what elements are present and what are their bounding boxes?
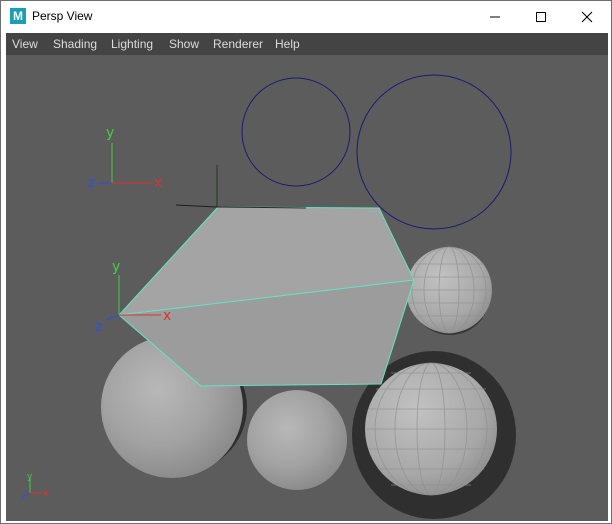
- maximize-button[interactable]: [518, 1, 564, 32]
- close-button[interactable]: [564, 1, 610, 32]
- axis-x-label: x: [154, 175, 162, 191]
- maya-persp-window: M Persp View View Shading Lighting Show …: [0, 0, 612, 524]
- menu-show[interactable]: Show: [169, 37, 199, 51]
- menu-lighting[interactable]: Lighting: [111, 37, 153, 51]
- menu-help[interactable]: Help: [275, 37, 300, 51]
- close-icon: [581, 11, 593, 22]
- smooth-sphere-small[interactable]: [247, 390, 347, 490]
- axis-z-label: z: [95, 319, 102, 335]
- minimize-icon: [490, 16, 500, 17]
- menu-view[interactable]: View: [12, 37, 38, 51]
- maya-app-icon: M: [10, 8, 26, 24]
- minimize-button[interactable]: [472, 1, 518, 32]
- window-title: Persp View: [32, 9, 93, 23]
- axis-y-label: y: [112, 259, 120, 275]
- menu-bar: View Shading Lighting Show Renderer Help: [6, 33, 608, 55]
- perspective-viewport[interactable]: y x z y x z y x z: [6, 55, 608, 521]
- nurbs-circle-small[interactable]: [241, 77, 351, 187]
- title-bar[interactable]: M Persp View: [1, 1, 611, 32]
- axis-y-label: y: [27, 472, 33, 482]
- viewport-scene[interactable]: y x z y x z y x z: [6, 55, 608, 521]
- menu-renderer[interactable]: Renderer: [213, 37, 263, 51]
- axis-y-label: y: [106, 125, 114, 141]
- axis-z-label: z: [88, 175, 95, 191]
- maximize-icon: [536, 11, 546, 22]
- faceted-sphere-small[interactable]: [406, 246, 492, 334]
- axis-x-label: x: [43, 489, 49, 499]
- pivot-manipulator[interactable]: [175, 165, 307, 209]
- faceted-sphere-large[interactable]: [365, 362, 497, 496]
- axis-gizmo-upper: y x z: [88, 125, 162, 191]
- menu-shading[interactable]: Shading: [53, 37, 97, 51]
- nurbs-circle-large[interactable]: [356, 74, 512, 230]
- axis-x-label: x: [163, 308, 171, 324]
- axis-z-label: z: [21, 492, 26, 502]
- view-axis-indicator: y x z: [21, 472, 49, 502]
